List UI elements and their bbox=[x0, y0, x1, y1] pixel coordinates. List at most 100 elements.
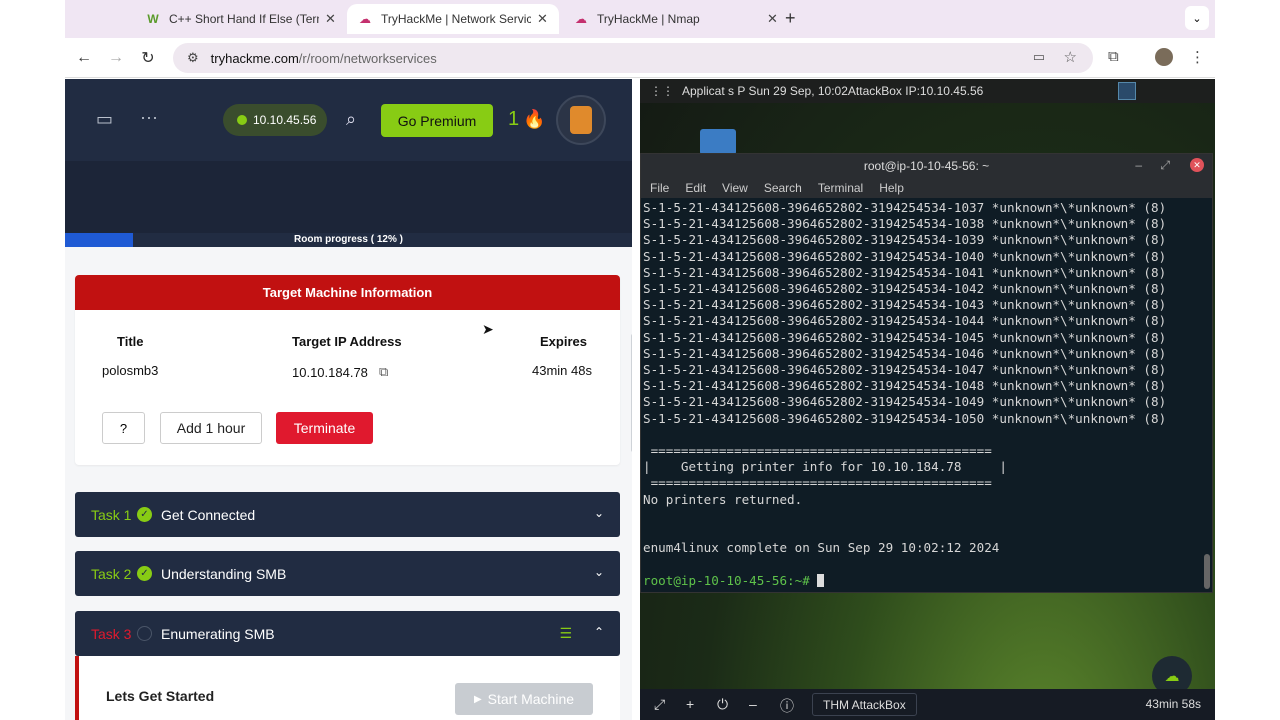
extensions-icon[interactable]: ⧉ bbox=[1108, 48, 1119, 65]
thm-favicon-icon: ☁ bbox=[575, 12, 587, 26]
power-icon[interactable]: ⏻ bbox=[717, 696, 728, 713]
task-3-header[interactable]: Task 3 Enumerating SMB ☰ ⌃ bbox=[75, 611, 620, 656]
info-icon[interactable]: ⓘ bbox=[780, 696, 794, 716]
copy-icon[interactable]: ⧉ bbox=[379, 364, 388, 380]
clipboard-icon[interactable]: ▭ bbox=[1033, 49, 1045, 65]
bookmark-star-icon[interactable]: ☆ bbox=[1064, 48, 1077, 66]
terminal-window[interactable]: root@ip-10-10-45-56: ~ – ⤢ ✕ File Edit V… bbox=[640, 153, 1213, 593]
menu-file[interactable]: File bbox=[650, 181, 669, 195]
terminal-title: root@ip-10-10-45-56: ~ bbox=[863, 159, 990, 173]
fullscreen-icon[interactable]: ⤢ bbox=[654, 696, 665, 713]
tab-search-chevron-icon[interactable]: ⌄ bbox=[1185, 6, 1209, 30]
menu-edit[interactable]: Edit bbox=[685, 181, 706, 195]
terminal-titlebar: root@ip-10-10-45-56: ~ – ⤢ ✕ bbox=[641, 154, 1212, 178]
scrollbar[interactable] bbox=[631, 334, 632, 452]
target-machine-card: Target Machine Information Title Target … bbox=[75, 275, 620, 465]
col-expires-header: Expires bbox=[540, 334, 587, 349]
terminal-line: No printers returned. bbox=[643, 491, 803, 507]
chevron-down-icon[interactable]: ⌄ bbox=[594, 565, 604, 579]
back-icon[interactable]: ← bbox=[73, 47, 95, 69]
chevron-down-icon[interactable]: ⌄ bbox=[594, 506, 604, 520]
attackbox-label[interactable]: THM AttackBox bbox=[812, 693, 917, 716]
window-icon[interactable]: ▭ bbox=[96, 109, 113, 130]
profile-avatar[interactable] bbox=[1155, 48, 1173, 66]
ip-pill: 10.10.45.56 bbox=[223, 104, 327, 136]
task-3-intro-heading: Lets Get Started bbox=[106, 688, 215, 704]
attackbox-timer: 43min 58s bbox=[1145, 697, 1201, 711]
machine-ip: 10.10.184.78 bbox=[292, 365, 368, 380]
tab-strip: W C++ Short Hand If Else (Terna ✕ ☁ TryH… bbox=[65, 0, 1215, 38]
chevron-up-icon[interactable]: ⌃ bbox=[594, 625, 604, 639]
thm-room-page: ▭ ··· 10.10.45.56 ⌕ Go Premium 1 🔥 Room … bbox=[65, 79, 632, 720]
menu-kebab-icon[interactable]: ⋮ bbox=[1190, 48, 1205, 66]
room-progress-bar: Room progress ( 12% ) bbox=[65, 233, 632, 247]
tab-cpp[interactable]: W C++ Short Hand If Else (Terna ✕ bbox=[135, 4, 346, 34]
task-number: Task 2 bbox=[91, 565, 132, 582]
task-2-header[interactable]: Task 2 ✓ Understanding SMB ⌄ bbox=[75, 551, 620, 596]
search-icon[interactable]: ⌕ bbox=[346, 109, 356, 130]
start-machine-button[interactable]: ▶ Start Machine bbox=[455, 683, 593, 715]
task-name: Get Connected bbox=[161, 506, 256, 523]
minus-icon[interactable]: – bbox=[749, 696, 757, 712]
new-tab-icon[interactable]: + bbox=[785, 8, 796, 29]
minimize-icon[interactable]: – bbox=[1135, 158, 1142, 172]
more-dots-icon[interactable]: ··· bbox=[140, 107, 158, 128]
close-icon[interactable]: ✕ bbox=[537, 11, 548, 27]
start-machine-label: Start Machine bbox=[487, 691, 575, 707]
avatar-face bbox=[570, 106, 592, 134]
site-settings-icon[interactable]: ⚙ bbox=[187, 50, 199, 66]
apps-grid-icon[interactable]: ⋮⋮ bbox=[650, 84, 674, 98]
close-icon[interactable]: ✕ bbox=[325, 11, 336, 27]
folder-icon[interactable] bbox=[700, 129, 736, 155]
machine-expires: 43min 48s bbox=[532, 363, 592, 378]
task-number: Task 3 bbox=[91, 625, 132, 642]
server-stack-icon[interactable]: ☰ bbox=[559, 625, 572, 642]
wiki-favicon-icon: W bbox=[147, 12, 159, 26]
plus-icon[interactable]: + bbox=[686, 696, 694, 712]
browser-toolbar: ← → ↻ ⚙ tryhackme.com/r/room/networkserv… bbox=[65, 38, 1215, 78]
tab-network-services[interactable]: ☁ TryHackMe | Network Service ✕ bbox=[347, 4, 559, 34]
thm-header: ▭ ··· 10.10.45.56 ⌕ Go Premium 1 🔥 bbox=[65, 79, 632, 161]
terminal-line: S-1-5-21-434125608-3964652802-3194254534… bbox=[643, 313, 1167, 329]
terminal-line: S-1-5-21-434125608-3964652802-3194254534… bbox=[643, 297, 1167, 313]
avatar[interactable] bbox=[556, 95, 606, 145]
terminal-prompt-line[interactable]: root@ip-10-10-45-56:~# bbox=[643, 573, 1210, 589]
terminal-line: S-1-5-21-434125608-3964652802-3194254534… bbox=[643, 345, 1167, 361]
menu-view[interactable]: View bbox=[722, 181, 748, 195]
terminate-button[interactable]: Terminate bbox=[276, 412, 373, 444]
task-3-body: Lets Get Started ▶ Start Machine bbox=[75, 656, 620, 720]
terminal-scrollbar[interactable] bbox=[1204, 554, 1210, 589]
close-icon[interactable]: ✕ bbox=[1190, 158, 1204, 172]
menu-help[interactable]: Help bbox=[879, 181, 904, 195]
reload-icon[interactable]: ↻ bbox=[137, 47, 159, 69]
tab-nmap[interactable]: ☁ TryHackMe | Nmap ✕ bbox=[563, 4, 788, 34]
terminal-menubar: File Edit View Search Terminal Help bbox=[641, 178, 1212, 198]
left-black-border bbox=[0, 0, 65, 720]
task-1-header[interactable]: Task 1 ✓ Get Connected ⌄ bbox=[75, 492, 620, 537]
help-button[interactable]: ? bbox=[102, 412, 145, 444]
target-machine-heading: Target Machine Information bbox=[75, 275, 620, 310]
progress-label: Room progress ( 12% ) bbox=[294, 234, 403, 245]
ip-text: 10.10.45.56 bbox=[253, 113, 317, 127]
col-title-header: Title bbox=[117, 334, 144, 349]
maximize-icon[interactable]: ⤢ bbox=[1160, 158, 1170, 173]
close-icon[interactable]: ✕ bbox=[767, 11, 778, 27]
play-icon: ▶ bbox=[473, 693, 482, 705]
url-path: /r/room/networkservices bbox=[298, 50, 437, 66]
go-premium-button[interactable]: Go Premium bbox=[381, 104, 493, 137]
terminal-line: S-1-5-21-434125608-3964652802-3194254534… bbox=[643, 394, 1167, 410]
terminal-output: S-1-5-21-434125608-3964652802-3194254534… bbox=[641, 198, 1212, 591]
terminal-launcher-icon[interactable] bbox=[1118, 82, 1136, 100]
menu-terminal[interactable]: Terminal bbox=[818, 181, 863, 195]
desktop-panel-text: Applicat s P Sun 29 Sep, 10:02AttackBox … bbox=[682, 84, 984, 98]
text-cursor bbox=[817, 573, 825, 587]
menu-search[interactable]: Search bbox=[764, 181, 802, 195]
address-bar[interactable]: ⚙ tryhackme.com/r/room/networkservices ▭… bbox=[173, 43, 1093, 73]
forward-icon[interactable]: → bbox=[105, 47, 127, 69]
terminal-prompt: root@ip-10-10-45-56:~# bbox=[643, 572, 818, 588]
add-hour-button[interactable]: Add 1 hour bbox=[160, 412, 262, 444]
tab-title: C++ Short Hand If Else (Terna bbox=[169, 12, 319, 26]
attackbox-desktop: ⋮⋮ Applicat s P Sun 29 Sep, 10:02AttackB… bbox=[640, 79, 1215, 720]
task-name: Enumerating SMB bbox=[161, 625, 275, 642]
